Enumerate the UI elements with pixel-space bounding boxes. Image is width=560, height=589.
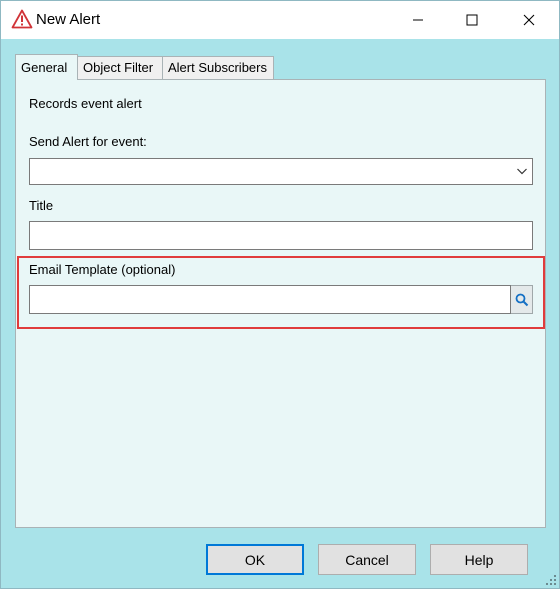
email-template-input[interactable] [29,285,511,314]
warning-triangle-icon [11,9,33,29]
help-button[interactable]: Help [430,544,528,575]
ok-button[interactable]: OK [206,544,304,575]
tab-alert-subscribers[interactable]: Alert Subscribers [162,56,274,79]
window-title: New Alert [36,11,101,28]
email-template-label: Email Template (optional) [29,262,176,277]
close-icon [523,14,535,26]
tab-general[interactable]: General [15,54,78,80]
email-template-lookup-button[interactable] [511,285,533,314]
title-input[interactable] [29,221,533,250]
chevron-down-icon [517,168,527,175]
new-alert-dialog: New Alert General Object Filter Alert Su… [0,0,560,589]
title-label: Title [29,198,54,213]
send-alert-label: Send Alert for event: [29,134,147,149]
minimize-icon [413,19,423,21]
resize-grip-icon[interactable] [545,574,557,586]
search-icon [515,293,528,306]
close-button[interactable] [506,1,552,39]
maximize-icon [466,14,478,26]
title-bar[interactable]: New Alert [1,1,559,39]
records-event-alert-text: Records event alert [29,96,142,111]
cancel-button[interactable]: Cancel [318,544,416,575]
maximize-button[interactable] [449,1,495,39]
minimize-button[interactable] [395,1,441,39]
tab-object-filter[interactable]: Object Filter [77,56,163,79]
send-alert-event-dropdown[interactable] [29,158,533,185]
